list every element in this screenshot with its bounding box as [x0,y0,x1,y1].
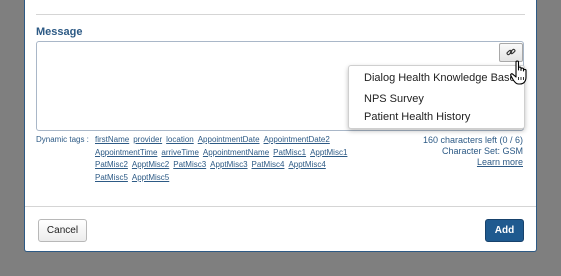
tag-link[interactable]: arriveTime [161,148,198,157]
character-counter: 160 characters left (0 / 6) Character Se… [423,135,523,168]
tag-link[interactable]: ApptMisc2 [132,160,169,169]
menu-item-knowledge-base[interactable]: Dialog Health Knowledge Base [364,72,516,84]
cancel-button[interactable]: Cancel [38,219,87,242]
link-icon [506,44,516,62]
tag-link[interactable]: ApptMisc5 [132,173,169,182]
tag-link[interactable]: firstName [95,135,129,144]
tag-link[interactable]: PatMisc2 [95,160,128,169]
dynamic-tags-list: firstName provider location AppointmentDate… [95,134,375,184]
add-button[interactable]: Add [485,219,524,242]
tag-link[interactable]: PatMisc5 [95,173,128,182]
learn-more-link[interactable]: Learn more [423,157,523,168]
tag-link[interactable]: AppointmentDate2 [264,135,330,144]
message-dialog: Message Dialog Health Knowledge Base NPS… [24,0,537,252]
tag-link[interactable]: location [166,135,194,144]
chars-left-text: 160 characters left (0 / 6) [422,135,523,145]
tag-link[interactable]: ApptMisc4 [288,160,325,169]
menu-item-nps-survey[interactable]: NPS Survey [364,93,424,105]
tag-link[interactable]: PatMisc4 [252,160,285,169]
divider-bottom [25,206,536,207]
charset-text: Character Set: GSM [441,146,523,156]
message-label: Message [36,26,83,38]
tag-link[interactable]: AppointmentDate [198,135,260,144]
dynamic-tags-label: Dynamic tags : [36,135,89,144]
tag-link[interactable]: PatMisc3 [173,160,206,169]
tag-link[interactable]: AppointmentTime [95,148,157,157]
tag-link[interactable]: AppointmentName [203,148,269,157]
tag-link[interactable]: ApptMisc3 [210,160,247,169]
tag-link[interactable]: provider [133,135,162,144]
hand-cursor-icon [510,60,530,91]
menu-item-patient-health-history[interactable]: Patient Health History [364,111,470,123]
insert-menu: Dialog Health Knowledge Base NPS Survey … [348,65,525,129]
tag-link[interactable]: PatMisc1 [273,148,306,157]
divider-top [36,14,525,15]
tag-link[interactable]: ApptMisc1 [310,148,347,157]
